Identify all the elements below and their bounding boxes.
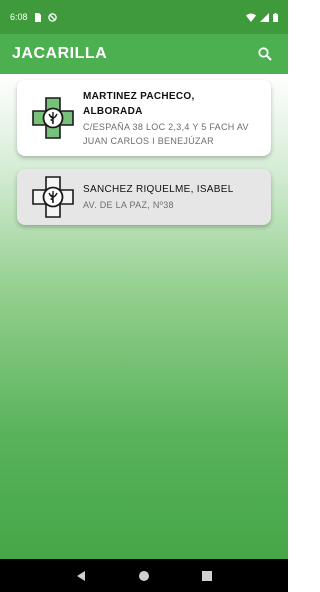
- status-bar: 6:08: [0, 0, 288, 34]
- status-time: 6:08: [10, 12, 28, 22]
- pharmacy-address: C/ESPAÑA 38 LOC 2,3,4 Y 5 FACH AV: [83, 121, 249, 132]
- battery-icon: [273, 12, 278, 22]
- list-item[interactable]: MARTINEZ PACHECO, ALBORADA C/ESPAÑA 38 L…: [17, 80, 271, 156]
- pharmacy-name-line2: ALBORADA: [83, 105, 143, 117]
- pharmacy-name: SANCHEZ RIQUELME, ISABEL: [83, 184, 234, 195]
- back-icon[interactable]: [75, 570, 87, 582]
- page-title: JACARILLA: [12, 45, 108, 62]
- pharmacy-address-line2: JUAN CARLOS I BENEJÚZAR: [83, 135, 214, 146]
- navigation-bar: [0, 559, 288, 592]
- pharmacy-list: MARTINEZ PACHECO, ALBORADA C/ESPAÑA 38 L…: [0, 74, 288, 559]
- list-item[interactable]: SANCHEZ RIQUELME, ISABEL AV. DE LA PAZ, …: [17, 169, 271, 225]
- search-button[interactable]: [254, 43, 276, 65]
- search-icon: [258, 47, 272, 61]
- pharmacy-cross-white-icon: [32, 176, 74, 218]
- pharmacy-address: AV. DE LA PAZ, Nº38: [83, 200, 174, 210]
- no-disturb-icon: [47, 12, 57, 22]
- wifi-icon: [246, 13, 256, 22]
- home-icon[interactable]: [138, 570, 150, 582]
- pharmacy-cross-green-icon: [32, 97, 74, 139]
- signal-icon: [260, 12, 269, 22]
- recents-icon[interactable]: [201, 570, 213, 582]
- app-bar: JACARILLA: [0, 34, 288, 74]
- pharmacy-name: MARTINEZ PACHECO,: [83, 90, 195, 102]
- sim-icon: [34, 12, 41, 22]
